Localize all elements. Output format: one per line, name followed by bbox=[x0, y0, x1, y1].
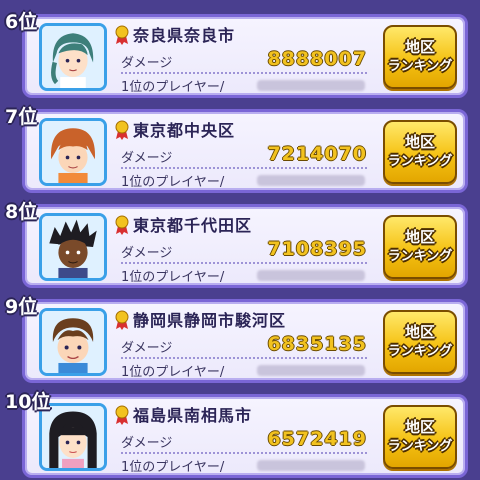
top-player-name-blurred bbox=[257, 460, 365, 471]
top-player-label: 1位のプレイヤー/ bbox=[121, 270, 225, 285]
rank-label: 9位 bbox=[5, 296, 38, 318]
top-player-label: 1位のプレイヤー/ bbox=[121, 175, 225, 190]
damage-label: ダメージ bbox=[121, 436, 173, 451]
region-name: 福島県南相馬市 bbox=[133, 406, 253, 425]
damage-value: 7108395 bbox=[267, 238, 367, 260]
top-player-name-blurred bbox=[257, 365, 365, 376]
button-line2: ランキング bbox=[387, 154, 453, 169]
character-avatar-brown-hair-icon bbox=[42, 311, 104, 373]
character-avatar-black-hair-girl-icon bbox=[42, 406, 104, 468]
region-name: 静岡県静岡市駿河区 bbox=[133, 311, 287, 330]
divider bbox=[121, 72, 367, 74]
region-name: 奈良県奈良市 bbox=[133, 26, 236, 45]
damage-value: 6835135 bbox=[267, 333, 367, 355]
medal-icon bbox=[115, 215, 129, 235]
region-ranking-button[interactable]: 地区 ランキング bbox=[383, 120, 457, 184]
damage-label: ダメージ bbox=[121, 151, 173, 166]
medal-icon bbox=[115, 120, 129, 140]
character-avatar-green-hair-icon bbox=[42, 26, 104, 88]
ranking-row: 6位 奈良県奈良市 ダメージ 8888007 1位のプレイヤー/ 地区 ランキン… bbox=[5, 11, 468, 98]
button-line2: ランキング bbox=[387, 59, 453, 74]
ranking-list: 6位 奈良県奈良市 ダメージ 8888007 1位のプレイヤー/ 地区 ランキン… bbox=[0, 0, 480, 480]
rank-label: 7位 bbox=[5, 106, 38, 128]
medal-icon bbox=[115, 405, 129, 425]
damage-value: 8888007 bbox=[267, 48, 367, 70]
character-avatar-orange-hair-icon bbox=[42, 121, 104, 183]
region-ranking-button[interactable]: 地区 ランキング bbox=[383, 215, 457, 279]
button-line1: 地区 bbox=[404, 323, 435, 341]
button-line1: 地区 bbox=[404, 228, 435, 246]
damage-label: ダメージ bbox=[121, 246, 173, 261]
divider bbox=[121, 262, 367, 264]
damage-value: 6572419 bbox=[267, 428, 367, 450]
player-avatar bbox=[39, 118, 107, 186]
player-avatar bbox=[39, 23, 107, 91]
button-line2: ランキング bbox=[387, 344, 453, 359]
rank-label: 8位 bbox=[5, 201, 38, 223]
top-player-label: 1位のプレイヤー/ bbox=[121, 80, 225, 95]
top-player-label: 1位のプレイヤー/ bbox=[121, 365, 225, 380]
medal-icon bbox=[115, 25, 129, 45]
medal-icon bbox=[115, 310, 129, 330]
top-player-name-blurred bbox=[257, 80, 365, 91]
player-avatar bbox=[39, 213, 107, 281]
top-player-name-blurred bbox=[257, 175, 365, 186]
button-line2: ランキング bbox=[387, 249, 453, 264]
region-ranking-button[interactable]: 地区 ランキング bbox=[383, 405, 457, 469]
divider bbox=[121, 452, 367, 454]
top-player-label: 1位のプレイヤー/ bbox=[121, 460, 225, 475]
region-name: 東京都中央区 bbox=[133, 121, 236, 140]
ranking-row: 7位 東京都中央区 ダメージ 7214070 1位のプレイヤー/ 地区 ランキン… bbox=[5, 106, 468, 193]
divider bbox=[121, 357, 367, 359]
rank-label: 10位 bbox=[5, 391, 51, 413]
ranking-row: 8位 東京都千代田区 ダメージ 7108395 1位のプレイヤー/ 地区 ランキ… bbox=[5, 201, 468, 288]
button-line1: 地区 bbox=[404, 418, 435, 436]
button-line1: 地区 bbox=[404, 133, 435, 151]
ranking-row: 9位 静岡県静岡市駿河区 ダメージ 6835135 1位のプレイヤー/ 地区 ラ… bbox=[5, 296, 468, 383]
player-avatar bbox=[39, 308, 107, 376]
divider bbox=[121, 167, 367, 169]
damage-value: 7214070 bbox=[267, 143, 367, 165]
top-player-name-blurred bbox=[257, 270, 365, 281]
button-line2: ランキング bbox=[387, 439, 453, 454]
button-line1: 地区 bbox=[404, 38, 435, 56]
rank-label: 6位 bbox=[5, 11, 38, 33]
damage-label: ダメージ bbox=[121, 341, 173, 356]
character-avatar-dark-spiky-hair-icon bbox=[42, 216, 104, 278]
region-ranking-button[interactable]: 地区 ランキング bbox=[383, 310, 457, 374]
region-name: 東京都千代田区 bbox=[133, 216, 253, 235]
damage-label: ダメージ bbox=[121, 56, 173, 71]
region-ranking-button[interactable]: 地区 ランキング bbox=[383, 25, 457, 89]
ranking-row: 10位 福島県南相馬市 ダメージ 6572419 1位のプレイヤー/ 地区 ラン… bbox=[5, 391, 468, 478]
